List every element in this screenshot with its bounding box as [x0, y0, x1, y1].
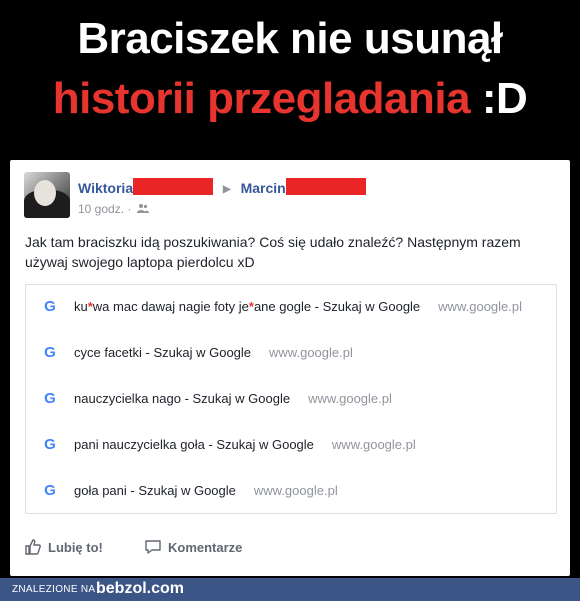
recipient-redaction [285, 178, 366, 195]
search-history-list: G ku*wa mac dawaj nagie foty je*ane gogl… [25, 284, 557, 514]
arrow-right-icon: ▶ [223, 184, 231, 195]
result-url: www.google.pl [308, 391, 392, 406]
recipient-name[interactable]: Marcin [241, 180, 286, 196]
result-title[interactable]: pani nauczycielka goła - Szukaj w Google… [74, 437, 416, 452]
post-text: Jak tam braciszku idą poszukiwania? Coś … [25, 234, 521, 270]
avatar[interactable] [24, 172, 70, 218]
result-title[interactable]: goła pani - Szukaj w Google www.google.pl [74, 483, 338, 498]
footer-label: ZNALEZIONE NA [12, 584, 96, 595]
list-item[interactable]: G pani nauczycielka goła - Szukaj w Goog… [26, 423, 556, 469]
result-title[interactable]: nauczycielka nago - Szukaj w Google www.g… [74, 391, 392, 406]
google-icon: G [44, 390, 56, 407]
headline-red-text: historii przegladania [52, 74, 471, 123]
facebook-post-card: Wiktoria ▶ Marcin 10 godz. · Jak tam bra… [10, 160, 570, 576]
post-meta: 10 godz. · [78, 202, 149, 216]
headline-smiley: :D [481, 74, 528, 123]
post-time[interactable]: 10 godz. · [78, 202, 131, 216]
result-url: www.google.pl [331, 437, 416, 452]
thumbs-up-icon [24, 538, 42, 556]
list-item[interactable]: G nauczycielka nago - Szukaj w Google www… [26, 377, 556, 423]
google-icon: G [44, 344, 56, 361]
comment-button[interactable]: Komentarze [144, 538, 242, 556]
comment-label: Komentarze [168, 540, 243, 555]
author-name[interactable]: Wiktoria [78, 180, 133, 196]
result-title[interactable]: cyce facetki - Szukaj w Google www.google… [74, 345, 353, 360]
google-icon: G [44, 298, 56, 315]
footer-bar: ZNALEZIONE NA bebzol.com [0, 578, 580, 601]
like-button[interactable]: Lubię to! [24, 538, 103, 556]
comment-icon [144, 538, 162, 556]
google-icon: G [44, 436, 56, 453]
result-url: www.google.pl [269, 345, 353, 360]
list-item[interactable]: G goła pani - Szukaj w Google www.google.… [26, 469, 556, 515]
list-item[interactable]: G ku*wa mac dawaj nagie foty je*ane gogl… [26, 285, 556, 331]
google-icon: G [44, 482, 56, 499]
headline-line-2: historii przegladania :D [0, 74, 580, 124]
avatar-face [34, 180, 56, 206]
result-title[interactable]: ku*wa mac dawaj nagie foty je*ane gogle … [74, 299, 522, 314]
headline-line-1: Braciszek nie usunął [77, 14, 503, 63]
author-redaction [133, 178, 214, 195]
post-header-names: Wiktoria ▶ Marcin [78, 178, 366, 196]
result-url: www.google.pl [438, 299, 522, 314]
friends-icon [136, 203, 149, 216]
footer-brand[interactable]: bebzol.com [96, 580, 184, 598]
result-url: www.google.pl [253, 483, 338, 498]
list-item[interactable]: G cyce facetki - Szukaj w Google www.goog… [26, 331, 556, 377]
like-label: Lubię to! [48, 540, 103, 555]
headline: Braciszek nie usunął historii przegladan… [0, 0, 580, 160]
